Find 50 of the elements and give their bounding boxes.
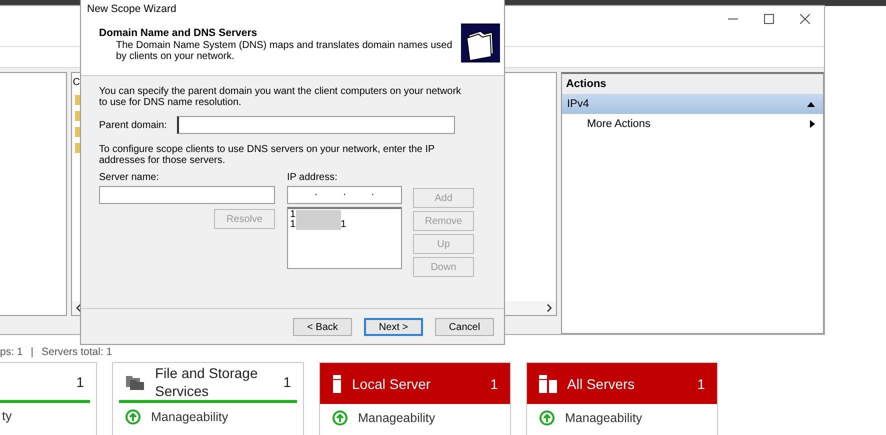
redaction-block <box>296 220 341 230</box>
server-icon <box>332 374 342 392</box>
server-tile[interactable]: All Servers 1 Manageability <box>526 362 718 435</box>
server-tile[interactable]: 1 ty <box>0 362 97 435</box>
status-text: | <box>30 346 34 358</box>
ip-address-field[interactable]: . . . <box>287 186 402 204</box>
submenu-arrow-icon <box>810 120 815 128</box>
list-item-text: 1 <box>290 210 296 220</box>
scroll-right-icon[interactable] <box>546 304 552 312</box>
list-item-text: 1 <box>290 220 296 230</box>
actions-title: Actions <box>562 74 823 94</box>
redaction-block <box>296 210 341 220</box>
page-description: The Domain Name System (DNS) maps and translates domain names used by clients on your network. <box>116 40 454 62</box>
action-item[interactable]: IPv4 <box>562 94 823 114</box>
list-item-text: 1 <box>340 220 346 230</box>
tile-title: File and Storage Services <box>155 364 259 400</box>
tile-row-label: Manageability <box>565 411 642 425</box>
maximize-button[interactable] <box>764 14 774 24</box>
ip-list[interactable]: 1 1 1 <box>287 207 402 269</box>
scroll-left-icon[interactable] <box>76 304 81 312</box>
field-label: Server name: <box>99 172 160 183</box>
tile-row-label: ty <box>2 409 12 423</box>
status-text: Servers total: 1 <box>42 346 112 358</box>
parent-domain-field[interactable] <box>176 116 455 134</box>
instruction-text: You can specify the parent domain you want the client computers on your network to use for DNS name resolution. <box>99 86 462 108</box>
tile-title: All Servers <box>567 374 636 392</box>
status-text: ps: 1 <box>0 346 23 358</box>
server-tile[interactable]: Local Server 1 Manageability <box>319 362 511 435</box>
server-name-field[interactable] <box>99 186 275 204</box>
wizard-button[interactable]: Next > <box>364 318 423 336</box>
tile-count: 1 <box>283 374 291 390</box>
instruction-text: To configure scope clients to use DNS servers on your network, enter the IP addresses for those servers. <box>99 144 436 166</box>
tile-row-label: Manageability <box>151 410 228 424</box>
action-item[interactable]: More Actions <box>562 114 823 134</box>
servers-icon <box>539 374 557 392</box>
column-header: C <box>72 77 80 88</box>
collapse-icon <box>806 102 815 106</box>
field-label: Parent domain: <box>99 120 167 130</box>
page-heading: Domain Name and DNS Servers <box>99 27 258 39</box>
server-tile[interactable]: File and Storage Services 1 Manageability <box>112 362 304 435</box>
tile-title: Local Server <box>352 374 432 392</box>
dialog-title: New Scope Wizard <box>81 0 504 21</box>
close-button[interactable] <box>800 14 810 24</box>
tile-count: 1 <box>490 376 498 392</box>
tile-row-label: Manageability <box>358 411 436 425</box>
tile-count: 1 <box>697 376 705 392</box>
wizard-button[interactable]: < Back <box>293 318 352 336</box>
tile-count: 1 <box>76 374 84 390</box>
wizard-button[interactable]: Cancel <box>435 318 494 336</box>
field-label: IP address: <box>287 172 338 183</box>
